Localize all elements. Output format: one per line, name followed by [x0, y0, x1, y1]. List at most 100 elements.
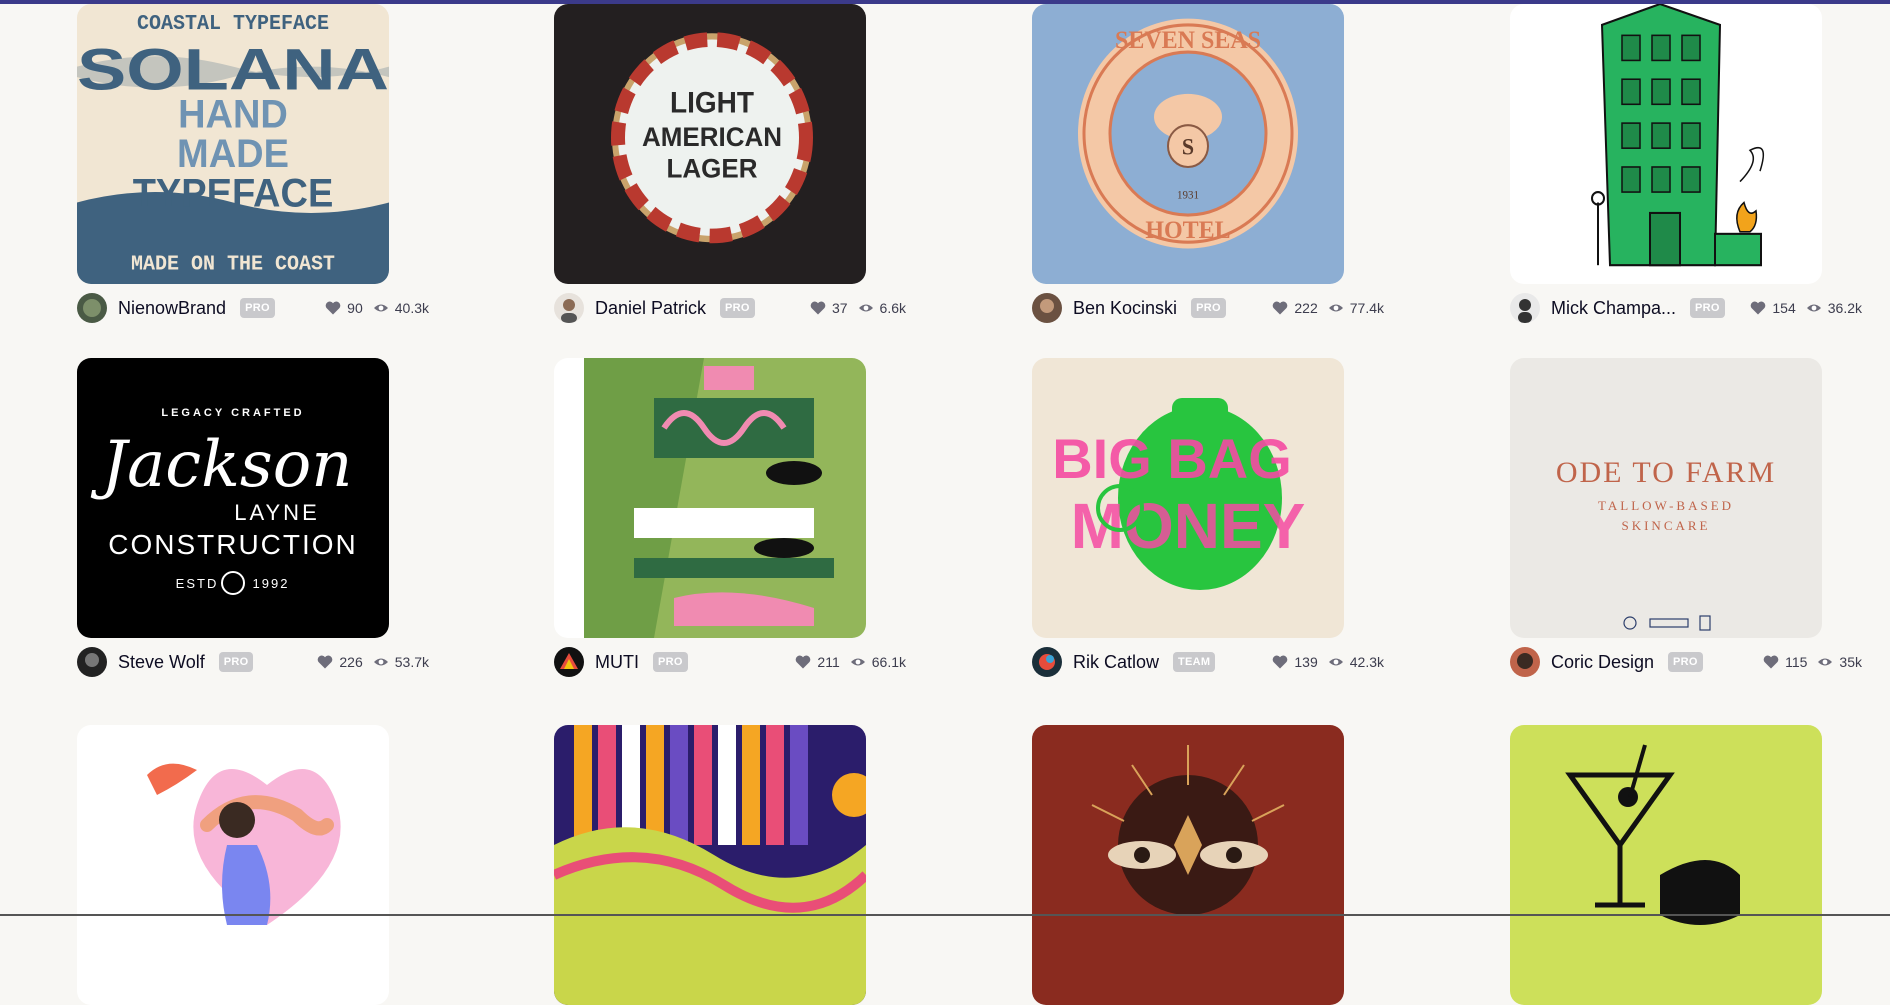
shot-card: SEVEN SEAS HOTEL S 1931 Ben Kocinski PRO…: [1032, 4, 1384, 323]
shot-thumbnail[interactable]: [1510, 725, 1822, 1005]
shot-thumbnail[interactable]: [77, 725, 389, 1005]
avatar[interactable]: [1032, 293, 1062, 323]
shot-thumbnail[interactable]: [554, 725, 866, 1005]
likes-count: 222: [1294, 300, 1318, 316]
likes-stat[interactable]: 222: [1272, 300, 1318, 316]
likes-stat[interactable]: 139: [1272, 654, 1318, 670]
shot-thumbnail[interactable]: LIGHT AMERICAN LAGER: [554, 4, 866, 284]
avatar[interactable]: [1510, 293, 1540, 323]
author-name[interactable]: MUTI: [595, 652, 639, 673]
avatar[interactable]: [554, 293, 584, 323]
views-count: 53.7k: [394, 654, 429, 670]
shot-image-jackson: LEGACY CRAFTED Jackson LAYNE CONSTRUCTIO…: [77, 358, 389, 638]
author-name[interactable]: Coric Design: [1551, 652, 1654, 673]
likes-stat[interactable]: 154: [1750, 300, 1796, 316]
likes-count: 226: [339, 654, 363, 670]
avatar[interactable]: [554, 647, 584, 677]
shot-image-building: [1510, 4, 1822, 284]
avatar[interactable]: [77, 293, 107, 323]
team-badge: TEAM: [1173, 652, 1216, 672]
shot-card: ODE TO FARM TALLOW-BASED SKINCARE Coric …: [1510, 358, 1862, 677]
eye-icon: [373, 304, 388, 312]
likes-count: 154: [1772, 300, 1796, 316]
pro-badge: PRO: [653, 652, 688, 672]
art-text-5: TYPEFACE: [133, 172, 334, 216]
shot-thumbnail[interactable]: [1032, 725, 1344, 1005]
shots-grid: COASTAL TYPEFACE SOLANA HAND MADE TYPEFA…: [0, 0, 1890, 1005]
shot-thumbnail[interactable]: COASTAL TYPEFACE SOLANA HAND MADE TYPEFA…: [77, 4, 389, 284]
shot-image-martini: [1510, 725, 1822, 1005]
likes-stat[interactable]: 115: [1763, 654, 1807, 670]
shot-thumbnail[interactable]: LEGACY CRAFTED Jackson LAYNE CONSTRUCTIO…: [77, 358, 389, 638]
author-name[interactable]: NienowBrand: [118, 298, 226, 319]
heart-icon: [1273, 301, 1288, 315]
views-stat: 66.1k: [850, 654, 906, 670]
eye-icon: [373, 658, 388, 666]
views-stat: 77.4k: [1328, 300, 1384, 316]
heart-icon: [318, 655, 333, 669]
shot-image-muti: [554, 358, 866, 638]
shot-thumbnail[interactable]: [554, 358, 866, 638]
heart-icon: [810, 301, 826, 315]
art-text-3: LAGER: [667, 153, 758, 184]
shot-thumbnail[interactable]: BIG BAG MONEY: [1032, 358, 1344, 638]
art-text-1: BIG BAG: [1052, 427, 1292, 490]
shot-image-hug: [77, 725, 389, 1005]
likes-stat[interactable]: 37: [810, 300, 848, 316]
art-text-1: SEVEN SEAS: [1115, 26, 1261, 54]
shot-stats: 115 35k: [1753, 654, 1862, 670]
shot-image-solana: COASTAL TYPEFACE SOLANA HAND MADE TYPEFA…: [77, 4, 389, 284]
likes-count: 90: [347, 300, 363, 316]
shot-image-lager: LIGHT AMERICAN LAGER: [554, 4, 866, 284]
avatar[interactable]: [1032, 647, 1062, 677]
shot-image-big-bag-money: BIG BAG MONEY: [1032, 358, 1344, 638]
likes-stat[interactable]: 211: [795, 654, 840, 670]
views-stat: 36.2k: [1806, 300, 1862, 316]
views-stat: 6.6k: [858, 300, 906, 316]
likes-count: 139: [1294, 654, 1318, 670]
pro-badge: PRO: [218, 652, 254, 672]
views-count: 35k: [1839, 654, 1862, 670]
avatar[interactable]: [1510, 647, 1540, 677]
shot-thumbnail[interactable]: SEVEN SEAS HOTEL S 1931: [1032, 4, 1344, 284]
shot-thumbnail[interactable]: ODE TO FARM TALLOW-BASED SKINCARE: [1510, 358, 1822, 638]
shot-card: [1510, 725, 1822, 1005]
avatar[interactable]: [77, 647, 107, 677]
shot-thumbnail[interactable]: [1510, 4, 1822, 284]
views-count: 40.3k: [394, 300, 429, 316]
heart-icon: [325, 301, 341, 315]
art-text-2: AMERICAN: [642, 122, 782, 153]
shot-stats: 222 77.4k: [1262, 300, 1384, 316]
heart-icon: [1763, 655, 1779, 669]
art-text-1: LIGHT: [670, 87, 754, 120]
views-count: 42.3k: [1349, 654, 1384, 670]
eye-icon: [1328, 304, 1343, 312]
art-text-3: SKINCARE: [1621, 518, 1710, 533]
shot-stats: 37 6.6k: [800, 300, 906, 316]
shot-meta: Coric Design PRO 115 35k: [1510, 646, 1862, 678]
shot-meta: MUTI PRO 211 66.1k: [554, 646, 906, 678]
author-name[interactable]: Ben Kocinski: [1073, 298, 1177, 319]
art-text-3: LAYNE: [234, 500, 320, 525]
likes-stat[interactable]: 90: [325, 300, 363, 316]
art-text-6: MADE ON THE COAST: [131, 253, 335, 276]
author-name[interactable]: Steve Wolf: [118, 652, 205, 673]
art-text-2: HOTEL: [1145, 217, 1230, 245]
pro-badge: PRO: [1668, 652, 1703, 672]
eye-icon: [850, 658, 865, 666]
author-name[interactable]: Rik Catlow: [1073, 652, 1159, 673]
views-count: 66.1k: [871, 654, 906, 670]
views-stat: 42.3k: [1328, 654, 1384, 670]
heart-icon: [1751, 301, 1766, 315]
views-count: 77.4k: [1349, 300, 1384, 316]
shot-card: MUTI PRO 211 66.1k: [554, 358, 906, 677]
author-name[interactable]: Daniel Patrick: [595, 298, 706, 319]
art-text-4: MADE: [177, 132, 289, 176]
shot-card: Mick Champa... PRO 154 36.2k: [1510, 4, 1862, 323]
shot-card: [77, 725, 389, 1005]
shot-meta: Mick Champa... PRO 154 36.2k: [1510, 292, 1862, 324]
likes-stat[interactable]: 226: [317, 654, 363, 670]
author-name[interactable]: Mick Champa...: [1551, 298, 1676, 319]
shot-stats: 226 53.7k: [307, 654, 429, 670]
pro-badge: PRO: [720, 298, 755, 318]
